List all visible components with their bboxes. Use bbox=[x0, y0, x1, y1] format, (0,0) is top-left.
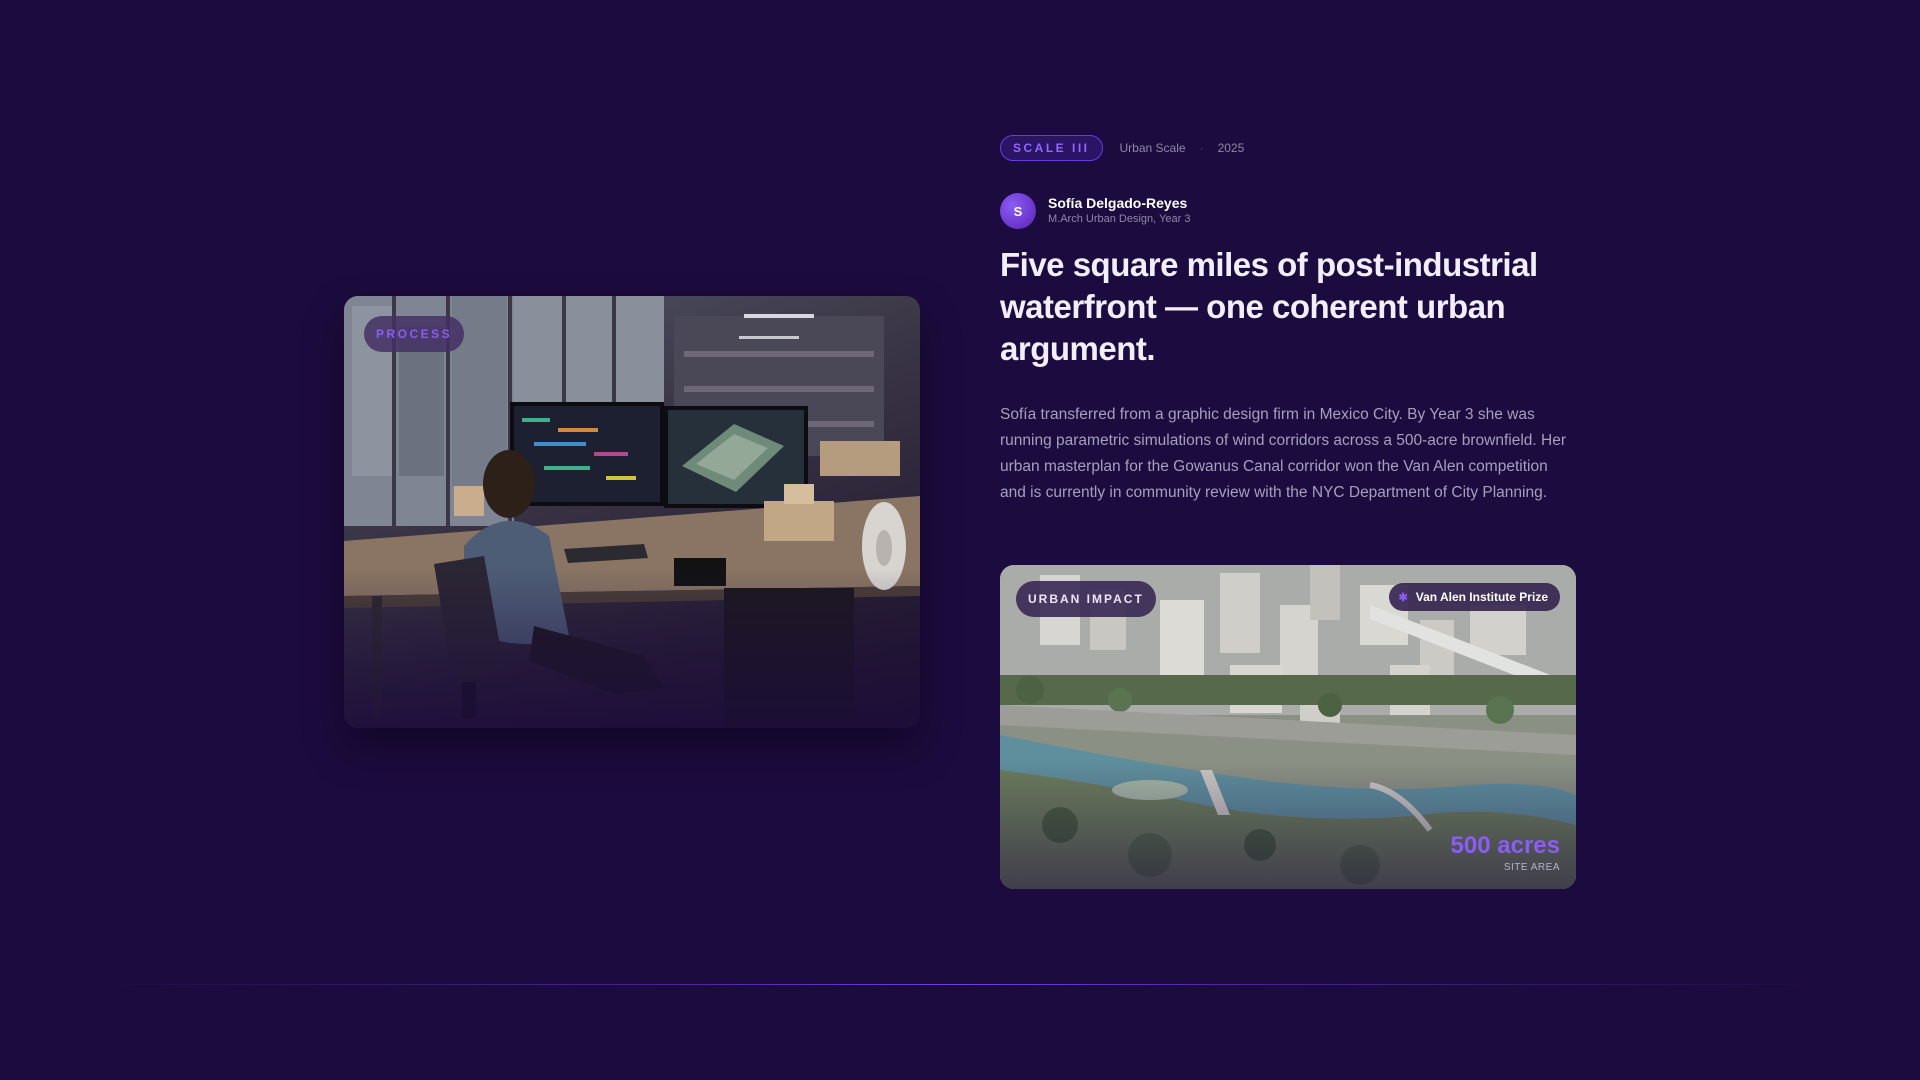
author-block: S Sofía Delgado-Reyes M.Arch Urban Desig… bbox=[1000, 193, 1190, 229]
author-text: Sofía Delgado-Reyes M.Arch Urban Design,… bbox=[1048, 195, 1190, 227]
author-role: M.Arch Urban Design, Year 3 bbox=[1048, 213, 1191, 225]
urban-impact-badge: URBAN IMPACT bbox=[1016, 581, 1156, 617]
process-image-card[interactable]: PROCESS bbox=[344, 296, 920, 728]
process-badge: PROCESS bbox=[364, 316, 465, 352]
site-area-stat: 500 acres SITE AREA bbox=[1451, 832, 1560, 873]
urban-impact-card[interactable]: URBAN IMPACT ✱ Van Alen Institute Prize … bbox=[1000, 565, 1576, 889]
section-divider bbox=[0, 984, 1920, 985]
scale-badge: SCALE III bbox=[1000, 135, 1103, 161]
meta-separator: · bbox=[1199, 141, 1204, 155]
author-name: Sofía Delgado-Reyes bbox=[1048, 195, 1188, 211]
page: PROCESS SCALE III Urban Scale · 2025 S S… bbox=[0, 0, 1920, 1080]
body-text: Sofía transferred from a graphic design … bbox=[1000, 406, 1566, 501]
stat-label: SITE AREA bbox=[1503, 862, 1560, 873]
star-icon: ✱ bbox=[1398, 591, 1408, 604]
prize-badge: ✱ Van Alen Institute Prize bbox=[1388, 583, 1560, 611]
stat-value: 500 acres bbox=[1450, 832, 1560, 859]
scale-label: Urban Scale bbox=[1119, 141, 1186, 155]
process-image-fade bbox=[344, 568, 920, 728]
prize-label: Van Alen Institute Prize bbox=[1415, 590, 1548, 604]
year-label: 2025 bbox=[1217, 141, 1245, 155]
headline: Five square miles of post-industrial wat… bbox=[1000, 246, 1538, 367]
meta-row: SCALE III Urban Scale · 2025 bbox=[1000, 135, 1244, 161]
avatar: S bbox=[1000, 193, 1036, 229]
